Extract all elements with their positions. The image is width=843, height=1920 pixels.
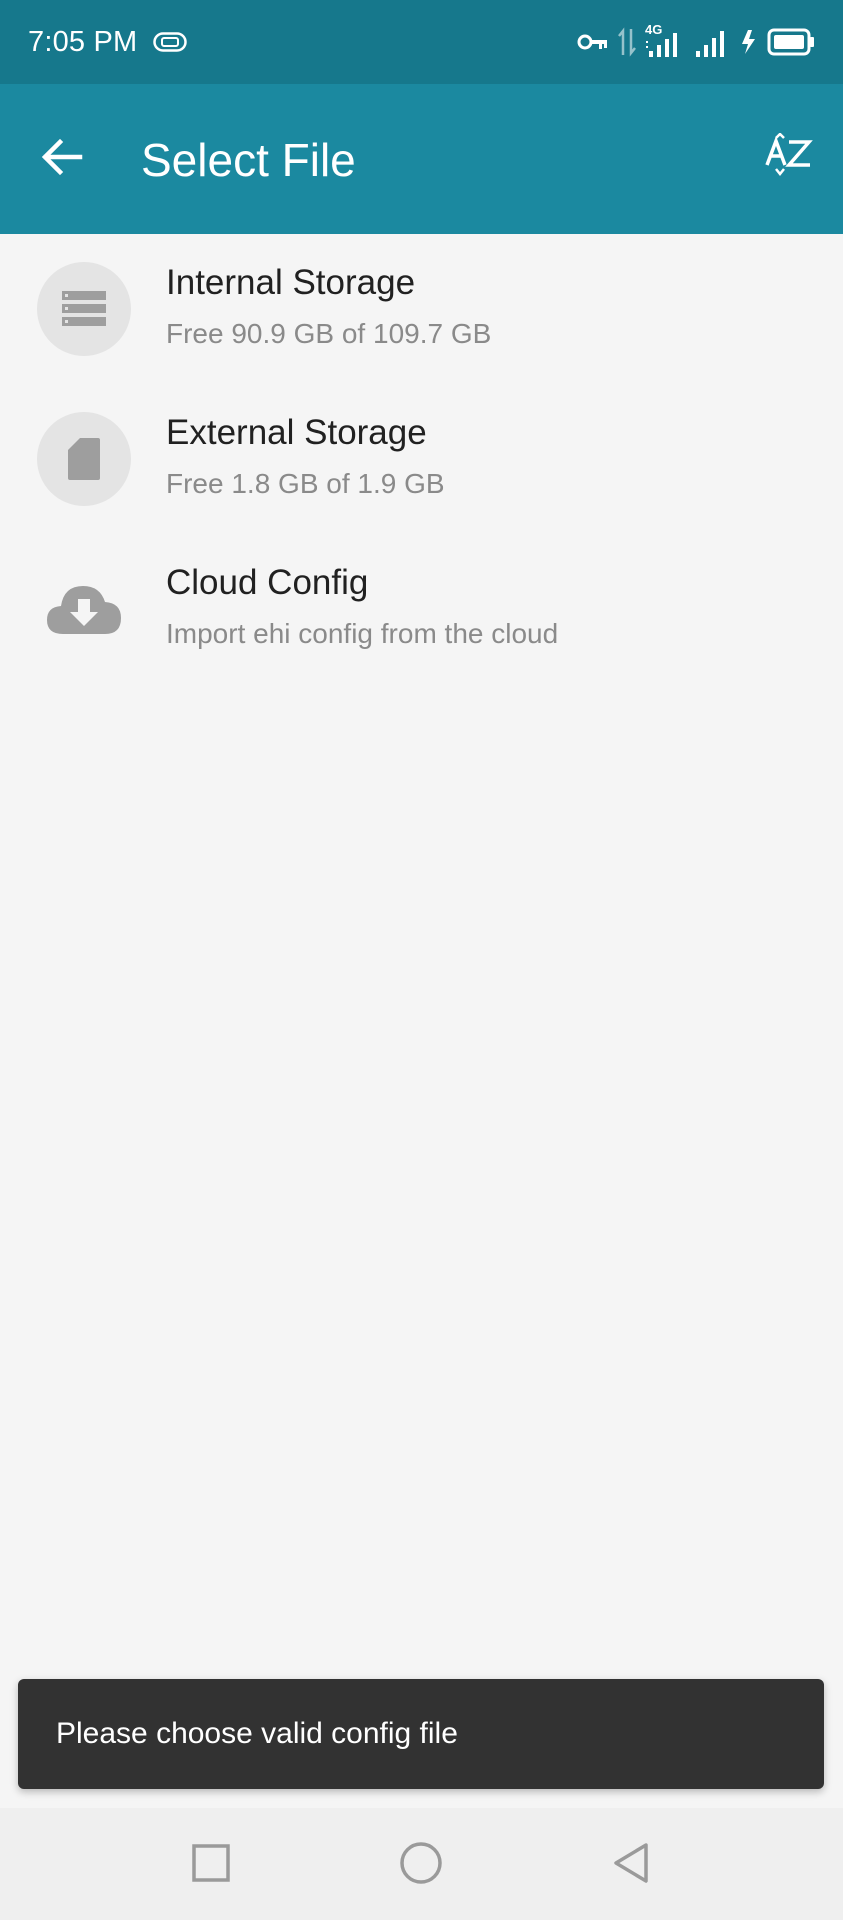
snackbar-message: Please choose valid config file (56, 1717, 458, 1750)
list-item-subtitle: Free 90.9 GB of 109.7 GB (166, 318, 492, 349)
status-time: 7:05 PM (28, 26, 138, 58)
list-item-subtitle: Free 1.8 GB of 1.9 GB (166, 468, 445, 499)
recents-button[interactable] (186, 1840, 236, 1890)
list-item-cloud-config[interactable]: Cloud Config Import ehi config from the … (0, 534, 843, 684)
circle-icon (398, 1840, 444, 1891)
battery-icon (767, 28, 815, 56)
list-item-title: Internal Storage (166, 263, 416, 302)
back-button[interactable] (30, 127, 94, 191)
snackbar: Please choose valid config file (18, 1679, 824, 1789)
vpn-status-icon (153, 32, 187, 52)
charging-icon (739, 27, 759, 57)
page-title: Select File (141, 134, 356, 186)
vpn-key-icon (577, 32, 609, 52)
list-item-external-storage[interactable]: External Storage Free 1.8 GB of 1.9 GB (0, 384, 843, 534)
sd-card-icon (37, 412, 131, 506)
sort-button[interactable] (757, 127, 821, 191)
sort-alpha-icon (764, 131, 814, 186)
list-item-subtitle: Import ehi config from the cloud (166, 618, 559, 649)
list-item-title: Cloud Config (166, 563, 369, 602)
navigation-bar (0, 1808, 843, 1920)
list-item-title: External Storage (166, 413, 427, 452)
square-icon (191, 1843, 231, 1888)
app-bar: Select File (0, 84, 843, 234)
signal-icon (695, 27, 731, 57)
data-transfer-icon (617, 27, 637, 57)
status-bar: 7:05 PM 4G (0, 0, 843, 84)
home-button[interactable] (396, 1840, 446, 1890)
storage-list: Internal Storage Free 90.9 GB of 109.7 G… (0, 234, 843, 684)
cloud-download-icon (37, 562, 131, 656)
signal-4g-icon: 4G (645, 23, 687, 59)
nav-back-button[interactable] (606, 1840, 656, 1890)
arrow-back-icon (40, 137, 84, 182)
status-icons: 4G (577, 22, 815, 62)
list-item-internal-storage[interactable]: Internal Storage Free 90.9 GB of 109.7 G… (0, 234, 843, 384)
triangle-back-icon (611, 1841, 651, 1890)
storage-icon (37, 262, 131, 356)
